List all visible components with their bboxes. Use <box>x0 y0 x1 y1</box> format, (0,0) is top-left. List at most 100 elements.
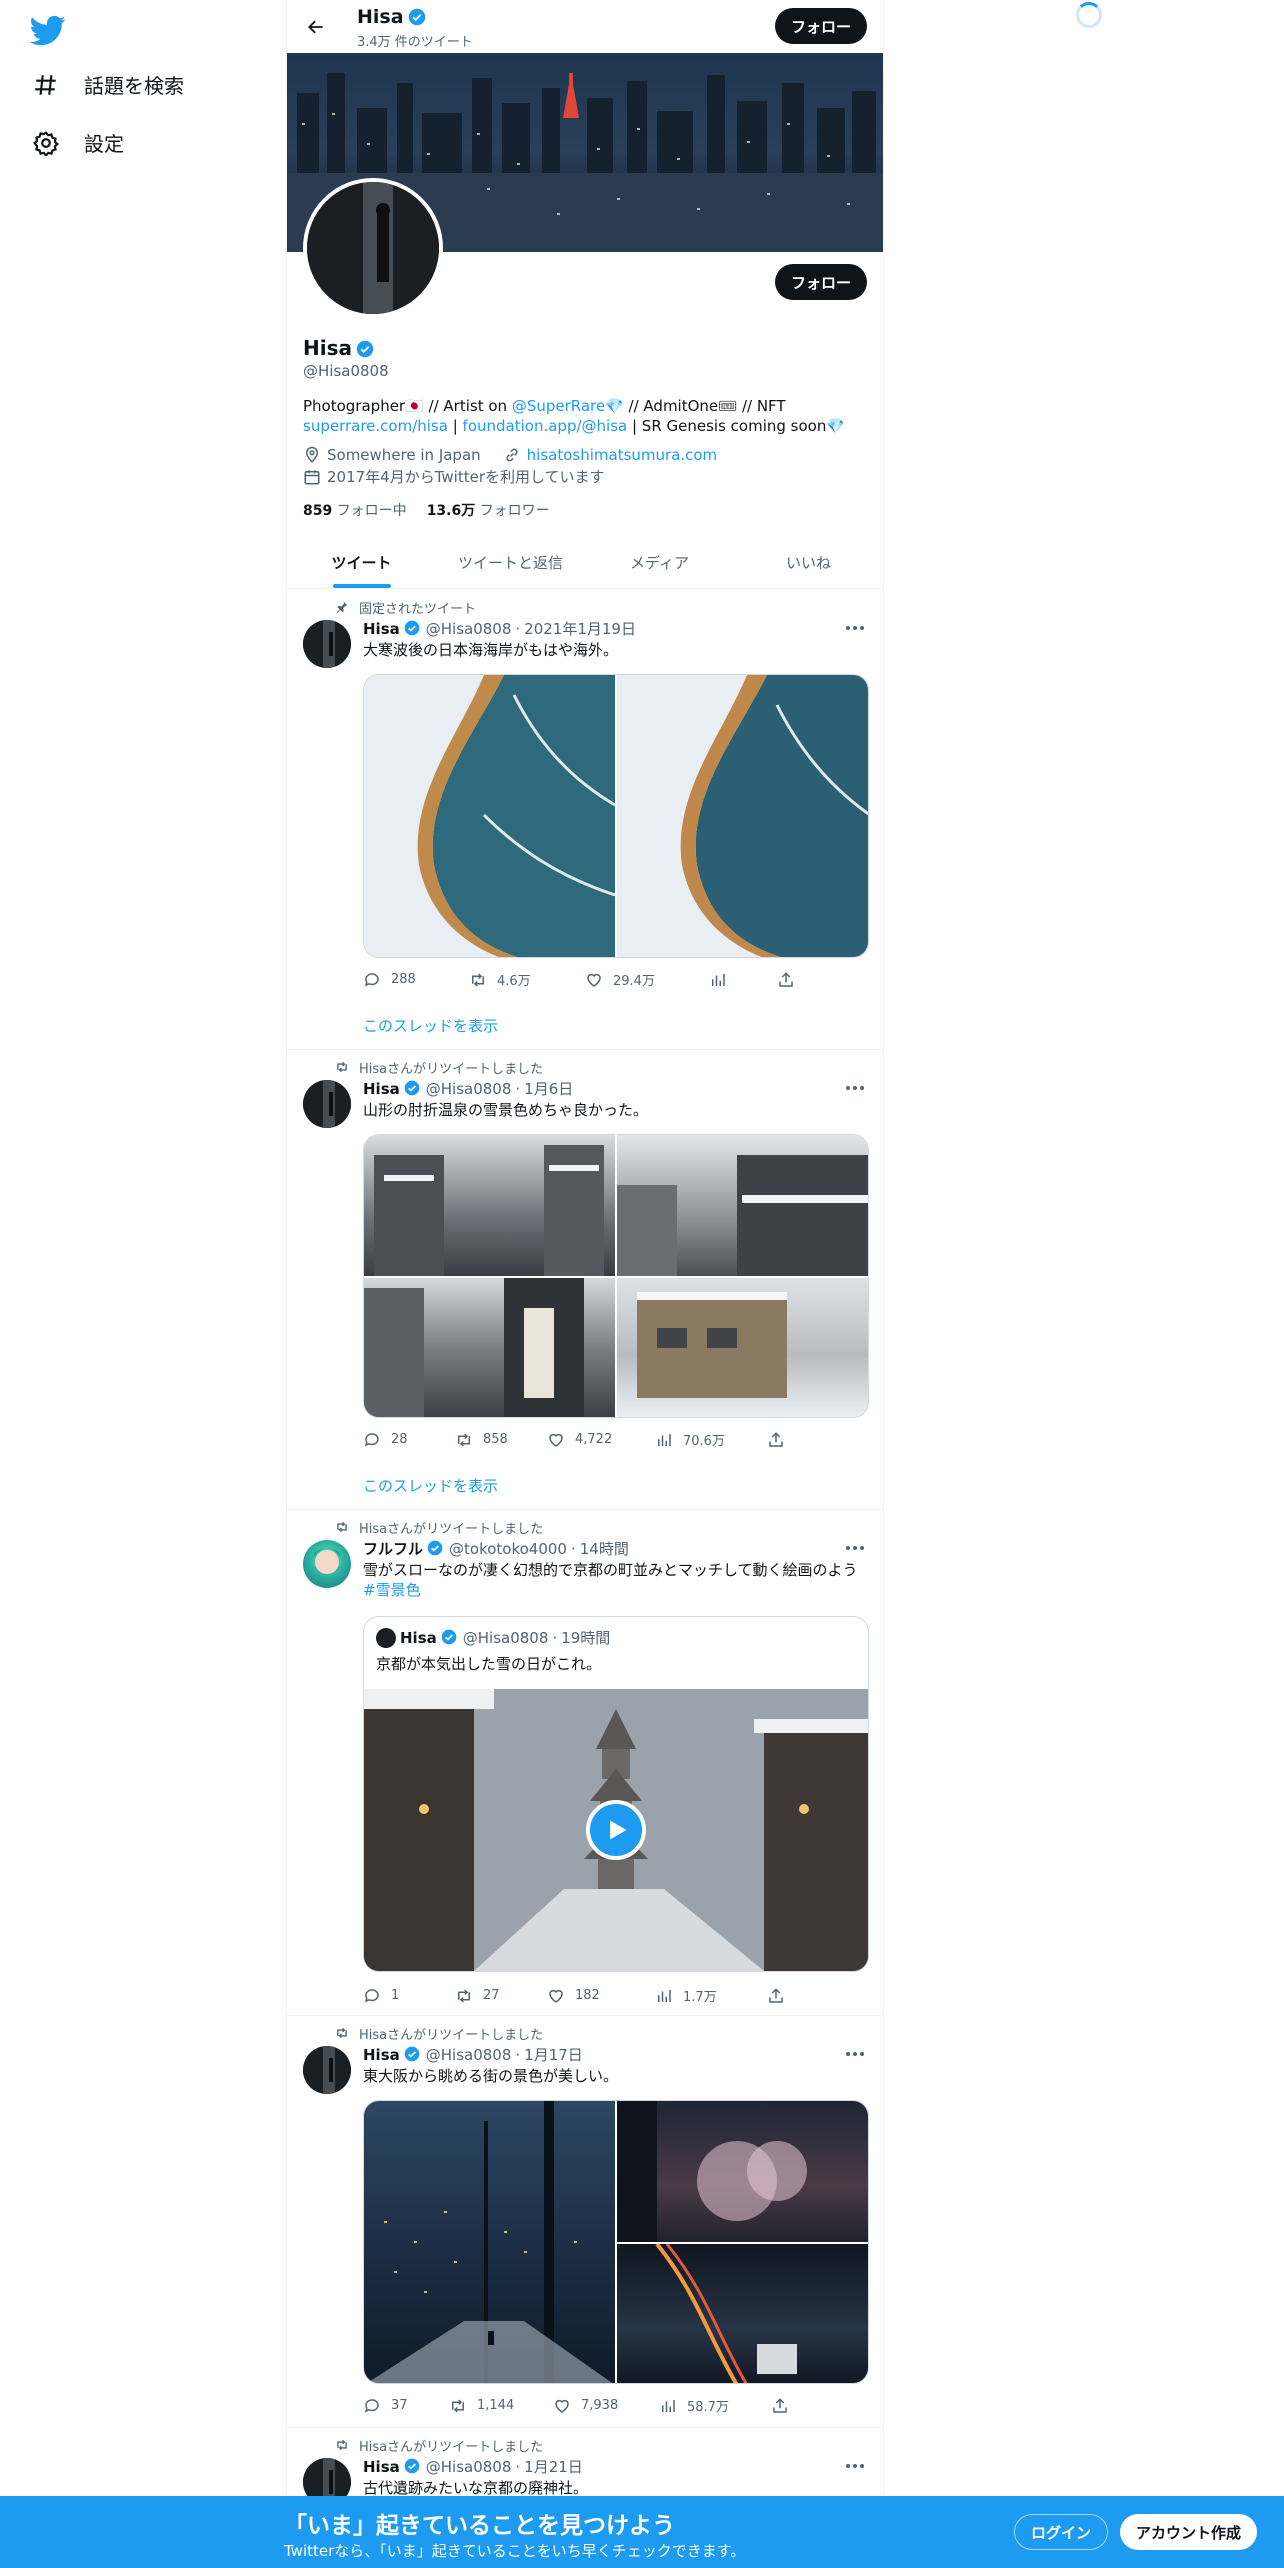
tweet-media-grid <box>363 674 869 958</box>
share-button[interactable] <box>771 2397 789 2415</box>
quoted-video[interactable] <box>364 1689 868 1971</box>
tweet-media-grid <box>363 2100 869 2384</box>
like-count: 4,722 <box>575 1432 613 1447</box>
following-link[interactable]: 859 フォロー中 <box>303 500 407 520</box>
more-options-icon[interactable] <box>843 2456 867 2476</box>
tweet-author-name[interactable]: Hisa <box>363 620 400 638</box>
bio-link-foundation[interactable]: foundation.app/@hisa <box>463 417 628 435</box>
bio-mention-link[interactable]: @SuperRare <box>512 397 605 415</box>
tab-likes[interactable]: いいね <box>734 536 883 588</box>
tweet-retweet-quote[interactable]: Hisaさんがリツイートしました フルフル @tokotoko4000 · 14… <box>287 1510 883 2016</box>
analytics-button[interactable] <box>709 971 777 989</box>
tweet-author-name[interactable]: Hisa <box>363 1080 400 1098</box>
tweet-context: Hisaさんがリツイートしました <box>333 2436 543 2455</box>
tweet-retweet[interactable]: Hisaさんがリツイートしました Hisa @Hisa0808 · 1月17日 … <box>287 2016 883 2428</box>
tweet-text: 古代遺跡みたいな京都の廃神社。 <box>363 2479 589 2497</box>
header-follow-button[interactable]: フォロー <box>775 8 868 44</box>
tweet-avatar[interactable] <box>303 1080 351 1128</box>
show-thread-link[interactable]: このスレッドを表示 <box>363 1475 498 1496</box>
reply-button[interactable]: 37 <box>363 2397 449 2415</box>
retweet-button[interactable]: 4.6万 <box>469 970 585 989</box>
tweet-author-name[interactable]: Hisa <box>363 2458 400 2476</box>
followers-link[interactable]: 13.6万 フォロワー <box>427 500 550 520</box>
sidebar-item-settings[interactable]: 設定 <box>32 128 124 157</box>
reply-button[interactable]: 28 <box>363 1431 455 1449</box>
tweet-date[interactable]: 1月21日 <box>524 2456 583 2477</box>
hashtag-link[interactable]: #雪景色 <box>363 1580 869 1600</box>
tweet-photo[interactable] <box>617 1278 868 1417</box>
sidebar-item-label: 設定 <box>84 132 124 156</box>
tweet-text: 東大阪から眺める街の景色が美しい。 <box>363 2067 619 2085</box>
more-options-icon[interactable] <box>843 1078 867 1098</box>
analytics-button[interactable]: 58.7万 <box>659 2396 771 2415</box>
tweet-retweet[interactable]: Hisaさんがリツイートしました Hisa @Hisa0808 · 1月6日 山… <box>287 1050 883 1510</box>
tab-tweets[interactable]: ツイート <box>287 536 436 588</box>
tweet-author-name[interactable]: フルフル <box>363 1538 423 1559</box>
retweet-button[interactable]: 1,144 <box>449 2397 553 2415</box>
tweet-photo[interactable] <box>617 2242 868 2383</box>
share-button[interactable] <box>767 1987 785 2005</box>
login-button[interactable]: ログイン <box>1014 2514 1109 2550</box>
tweet-photo[interactable] <box>617 1135 868 1276</box>
tweet-header: Hisa @Hisa0808 · 1月21日 <box>363 2456 583 2477</box>
more-options-icon[interactable] <box>843 618 867 638</box>
tweet-context: Hisaさんがリツイートしました <box>333 1518 543 1537</box>
back-arrow-icon[interactable] <box>301 12 331 42</box>
tweet-photo[interactable] <box>364 675 616 957</box>
tweet-photo[interactable] <box>364 2101 615 2383</box>
gear-icon <box>32 129 60 157</box>
retweet-button[interactable]: 858 <box>455 1431 547 1449</box>
share-button[interactable] <box>777 971 795 989</box>
tweet-pinned[interactable]: 固定されたツイート Hisa @Hisa0808 · 2021年1月19日 大寒… <box>287 590 883 1050</box>
retweet-button[interactable]: 27 <box>455 1987 547 2005</box>
tweet-actions: 28 858 4,722 70.6万 <box>363 1430 785 1449</box>
profile-avatar[interactable] <box>303 178 443 318</box>
reply-button[interactable]: 1 <box>363 1987 455 2005</box>
tweet-photo[interactable] <box>364 1135 615 1276</box>
tweet-date[interactable]: 1月6日 <box>524 1078 573 1099</box>
analytics-button[interactable]: 1.7万 <box>655 1986 767 2005</box>
tweet-photo[interactable] <box>617 2101 868 2242</box>
retweet-icon <box>455 1431 473 1449</box>
signup-button[interactable]: アカウント作成 <box>1120 2514 1258 2550</box>
profile-name: Hisa <box>303 336 374 360</box>
more-options-icon[interactable] <box>843 2044 867 2064</box>
quoted-tweet[interactable]: Hisa @Hisa0808 · 19時間 京都が本気出した雪の日がこれ。 <box>363 1616 869 1972</box>
analytics-button[interactable]: 70.6万 <box>655 1430 767 1449</box>
tweet-author-name[interactable]: Hisa <box>363 2046 400 2064</box>
tweet-date[interactable]: 14時間 <box>580 1538 629 1559</box>
profile-website-link[interactable]: hisatoshimatsumura.com <box>527 446 718 464</box>
profile-follow-button[interactable]: フォロー <box>775 264 868 300</box>
share-button[interactable] <box>767 1431 785 1449</box>
tab-tweets-and-replies[interactable]: ツイートと返信 <box>436 536 585 588</box>
more-options-icon[interactable] <box>843 1538 867 1558</box>
retweet-icon <box>333 1060 349 1076</box>
tab-media[interactable]: メディア <box>585 536 734 588</box>
like-button[interactable]: 182 <box>547 1987 655 2005</box>
tweet-header: Hisa @Hisa0808 · 1月6日 <box>363 1078 573 1099</box>
bio-link-superrare[interactable]: superrare.com/hisa <box>303 417 448 435</box>
reply-button[interactable]: 288 <box>363 971 469 989</box>
tweet-photo[interactable] <box>364 1278 615 1417</box>
sidebar-item-label: 話題を検索 <box>84 74 184 98</box>
tweet-avatar[interactable] <box>303 2046 351 2094</box>
play-button-icon[interactable] <box>586 1800 646 1860</box>
tweet-date[interactable]: 2021年1月19日 <box>524 618 636 639</box>
tweet-author-handle: @Hisa0808 <box>425 619 512 638</box>
like-button[interactable]: 4,722 <box>547 1431 655 1449</box>
share-icon <box>767 1987 785 2005</box>
tweet-header: Hisa @Hisa0808 · 2021年1月19日 <box>363 618 636 639</box>
twitter-logo-icon[interactable] <box>29 12 66 48</box>
show-thread-link[interactable]: このスレッドを表示 <box>363 1015 498 1036</box>
tweet-avatar[interactable] <box>303 620 351 668</box>
tweet-photo[interactable] <box>617 675 868 957</box>
calendar-icon <box>303 468 321 486</box>
like-button[interactable]: 7,938 <box>553 2397 659 2415</box>
tweet-date[interactable]: 1月17日 <box>524 2044 583 2065</box>
profile-name-text: Hisa <box>303 336 352 360</box>
profile-handle: @Hisa0808 <box>303 362 389 380</box>
like-button[interactable]: 29.4万 <box>585 970 709 989</box>
tweet-avatar[interactable] <box>303 1540 351 1588</box>
heart-icon <box>585 971 603 989</box>
sidebar-item-explore[interactable]: 話題を検索 <box>32 70 184 99</box>
